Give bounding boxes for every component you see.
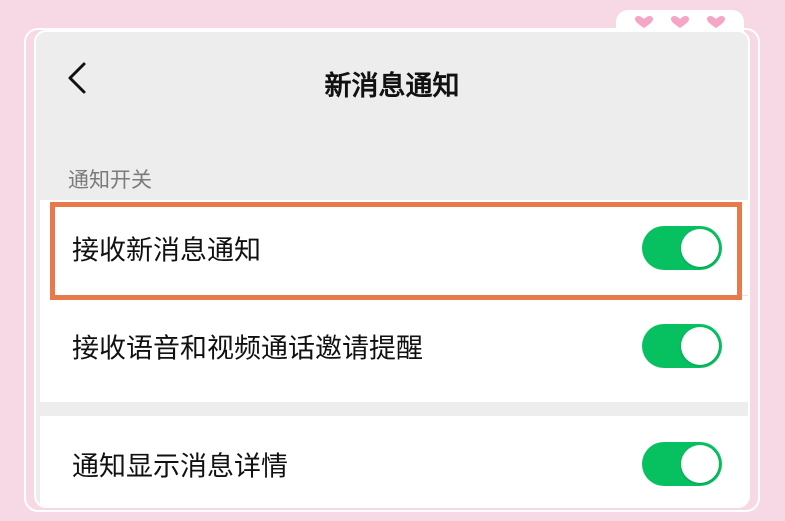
call-invite-reminder-toggle[interactable]: [642, 324, 722, 368]
settings-group-details: 通知显示消息详情: [40, 416, 748, 506]
settings-group-notifications: 接收新消息通知 接收语音和视频通话邀请提醒: [40, 200, 748, 402]
heart-icon: [706, 15, 726, 29]
setting-label: 接收新消息通知: [72, 235, 261, 267]
section-header-notification-switches: 通知开关: [68, 168, 152, 192]
setting-row-call-invite-reminder[interactable]: 接收语音和视频通话邀请提醒: [40, 298, 748, 394]
setting-row-show-message-details[interactable]: 通知显示消息详情: [40, 416, 748, 506]
heart-icon: [670, 15, 690, 29]
phone-screen: 新消息通知 通知开关 接收新消息通知 接收语音和视频通话邀请提醒 通知显示消息详…: [34, 30, 750, 508]
toggle-knob: [681, 229, 719, 267]
divider: [72, 295, 748, 296]
receive-new-messages-toggle[interactable]: [642, 226, 722, 270]
setting-label: 接收语音和视频通话邀请提醒: [72, 333, 423, 365]
setting-row-receive-new-messages[interactable]: 接收新消息通知: [40, 200, 748, 296]
heart-icon: [634, 15, 654, 29]
toggle-knob: [681, 327, 719, 365]
setting-label: 通知显示消息详情: [72, 451, 288, 483]
toggle-knob: [681, 445, 719, 483]
show-message-details-toggle[interactable]: [642, 442, 722, 486]
navigation-bar: 新消息通知: [36, 32, 748, 130]
page-title: 新消息通知: [324, 71, 460, 102]
